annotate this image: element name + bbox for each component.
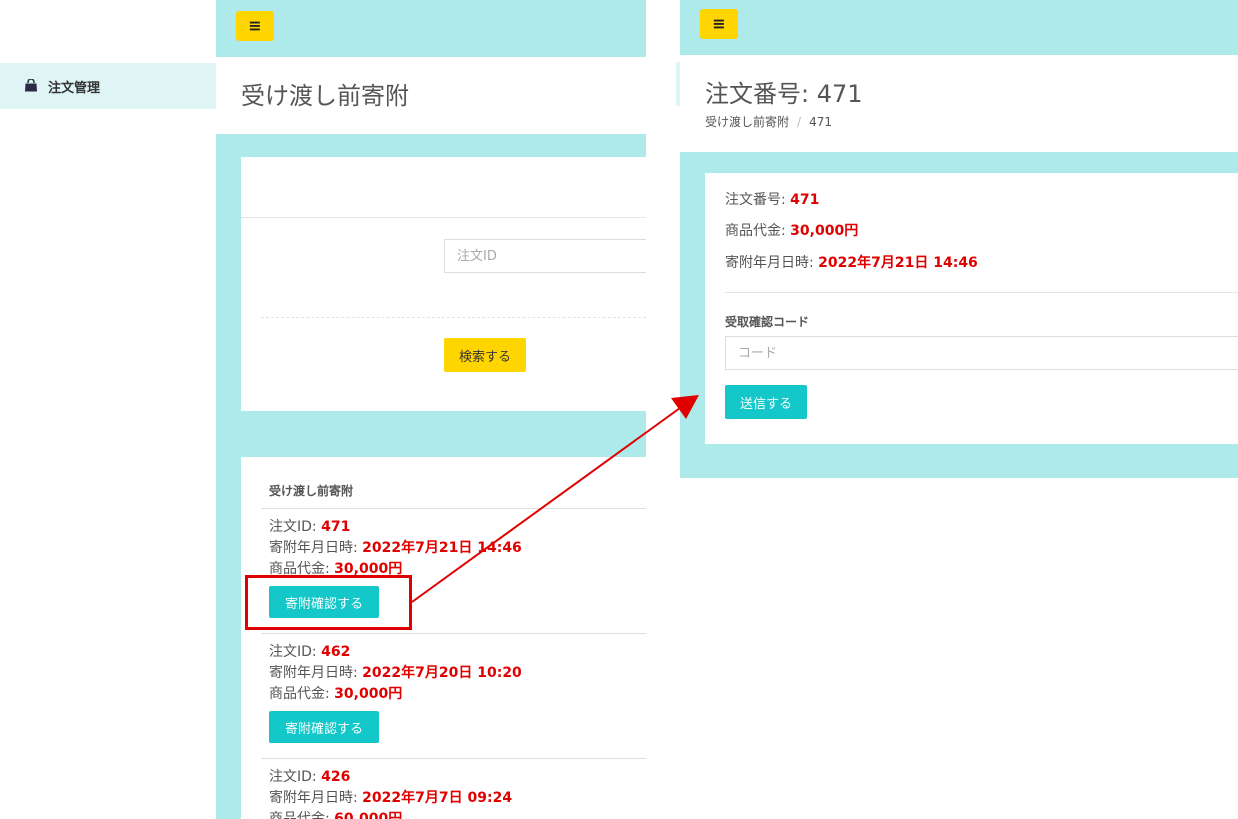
price-label: 商品代金: (269, 686, 330, 702)
list-divider (261, 508, 646, 509)
search-button[interactable]: 検索する (444, 338, 526, 372)
list-item: 注文ID: 462 寄附年月日時: 2022年7月20日 10:20 商品代金:… (269, 642, 646, 743)
page-title: 受け渡し前寄附 (241, 82, 409, 110)
order-number-label: 注文番号: (725, 192, 786, 208)
datetime-value: 2022年7月7日 09:24 (362, 790, 513, 806)
breadcrumb-current: 471 (809, 115, 832, 129)
menu-toggle-button[interactable]: ≡ (236, 11, 274, 41)
shopping-bag-icon (25, 79, 37, 92)
receipt-code-input[interactable] (725, 336, 1238, 370)
hamburger-menu-icon: ≡ (712, 14, 726, 33)
order-id-label: 注文ID: (269, 519, 317, 535)
order-id-value: 462 (321, 644, 351, 660)
card-divider (725, 292, 1238, 293)
price-label: 商品代金: (269, 811, 330, 819)
price-value: 30,000円 (790, 223, 859, 239)
submit-button[interactable]: 送信する (725, 385, 807, 419)
breadcrumb-separator: / (797, 115, 802, 129)
hamburger-menu-icon: ≡ (248, 16, 262, 35)
menu-toggle-button[interactable]: ≡ (700, 9, 738, 39)
datetime-value: 2022年7月21日 14:46 (818, 255, 978, 271)
datetime-value: 2022年7月21日 14:46 (362, 540, 522, 556)
order-id-label: 注文ID: (269, 769, 317, 785)
top-bar (680, 0, 1238, 55)
datetime-value: 2022年7月20日 10:20 (362, 665, 522, 681)
confirm-donation-button[interactable]: 寄附確認する (269, 711, 379, 743)
receipt-code-label: 受取確認コード (725, 315, 810, 329)
search-card (241, 157, 646, 411)
datetime-label: 寄附年月日時: (269, 790, 358, 806)
sidebar-edge (676, 62, 680, 106)
item-divider (261, 633, 646, 634)
dashed-divider (261, 317, 646, 318)
order-number-value: 471 (790, 192, 820, 208)
order-number-row: 注文番号: 471 (725, 189, 819, 209)
price-row: 商品代金: 30,000円 (725, 220, 858, 240)
list-header: 受け渡し前寄附 (269, 484, 354, 498)
sidebar-item-label: 注文管理 (48, 81, 101, 96)
datetime-label: 寄附年月日時: (269, 665, 358, 681)
highlight-box (245, 575, 412, 630)
price-value: 30,000円 (334, 686, 403, 702)
datetime-row: 寄附年月日時: 2022年7月21日 14:46 (725, 252, 978, 272)
top-bar (216, 0, 646, 57)
order-id-value: 471 (321, 519, 351, 535)
item-divider (261, 758, 646, 759)
breadcrumb: 受け渡し前寄附 / 471 (705, 113, 832, 130)
list-item: 注文ID: 426 寄附年月日時: 2022年7月7日 09:24 商品代金: … (269, 767, 646, 819)
breadcrumb-parent-link[interactable]: 受け渡し前寄附 (705, 115, 789, 129)
order-id-label: 注文ID: (269, 644, 317, 660)
price-value: 60,000円 (334, 811, 403, 819)
card-divider (241, 217, 646, 218)
order-id-input[interactable] (444, 239, 646, 273)
page-title: 注文番号: 471 (705, 80, 863, 108)
datetime-label: 寄附年月日時: (725, 255, 814, 271)
order-id-value: 426 (321, 769, 351, 785)
datetime-label: 寄附年月日時: (269, 540, 358, 556)
order-list-card (241, 457, 646, 819)
price-label: 商品代金: (725, 223, 786, 239)
